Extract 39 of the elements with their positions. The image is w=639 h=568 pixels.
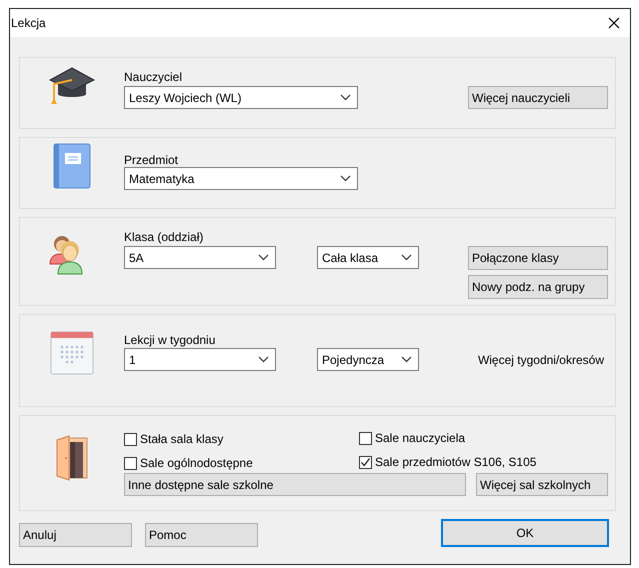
other-rooms-button[interactable]: Inne dostępne sale szkolne: [124, 473, 466, 496]
graduation-cap-icon: [48, 66, 96, 106]
checkbox-label: Sale przedmiotów S106, S105: [375, 454, 536, 471]
dropdown[interactable]: Cała klasa: [317, 246, 419, 269]
window-title: Lekcja: [11, 15, 46, 32]
field-label: Przedmiot: [124, 152, 180, 167]
button[interactable]: Nowy podz. na grupy: [468, 275, 608, 299]
dialog-button[interactable]: Pomoc: [145, 523, 258, 547]
button[interactable]: Połączone klasy: [468, 246, 608, 270]
chevron-down-icon: [340, 94, 351, 101]
field-label: Klasa (oddział): [124, 229, 204, 246]
chevron-down-icon: [401, 356, 412, 363]
chevron-down-icon: [401, 254, 412, 261]
checkbox[interactable]: [359, 456, 372, 468]
checkbox-label: Sale ogólnodostępne: [140, 455, 253, 472]
chevron-down-icon: [258, 356, 269, 363]
dropdown[interactable]: 5A: [124, 246, 276, 269]
dialog-button[interactable]: Anuluj: [19, 523, 132, 547]
dropdown[interactable]: Matematyka: [124, 167, 358, 190]
checkbox-label: Stała sala klasy: [140, 431, 224, 448]
dropdown[interactable]: 1: [124, 348, 276, 371]
field-label: Lekcji w tygodniu: [124, 332, 216, 348]
chevron-down-icon: [258, 254, 269, 261]
checkbox[interactable]: [124, 456, 137, 470]
close-icon[interactable]: [608, 17, 620, 29]
dialog-button[interactable]: OK: [441, 519, 609, 547]
door-icon: [55, 434, 89, 482]
more-rooms-button[interactable]: Więcej sal szkolnych: [476, 473, 608, 496]
dropdown[interactable]: Leszy Wojciech (WL): [124, 86, 358, 109]
field-label: Nauczyciel: [124, 69, 184, 86]
checkbox[interactable]: [124, 432, 137, 446]
calendar-icon: [50, 331, 94, 375]
chevron-down-icon: [340, 175, 351, 182]
link[interactable]: Więcej tygodni/okresów: [478, 350, 608, 368]
checkbox-label: Sale nauczyciela: [375, 430, 466, 447]
book-icon: [53, 143, 91, 189]
dropdown[interactable]: Pojedyncza: [317, 348, 419, 371]
more-teachers-button[interactable]: Więcej nauczycieli: [468, 86, 608, 109]
checkbox[interactable]: [359, 432, 372, 444]
